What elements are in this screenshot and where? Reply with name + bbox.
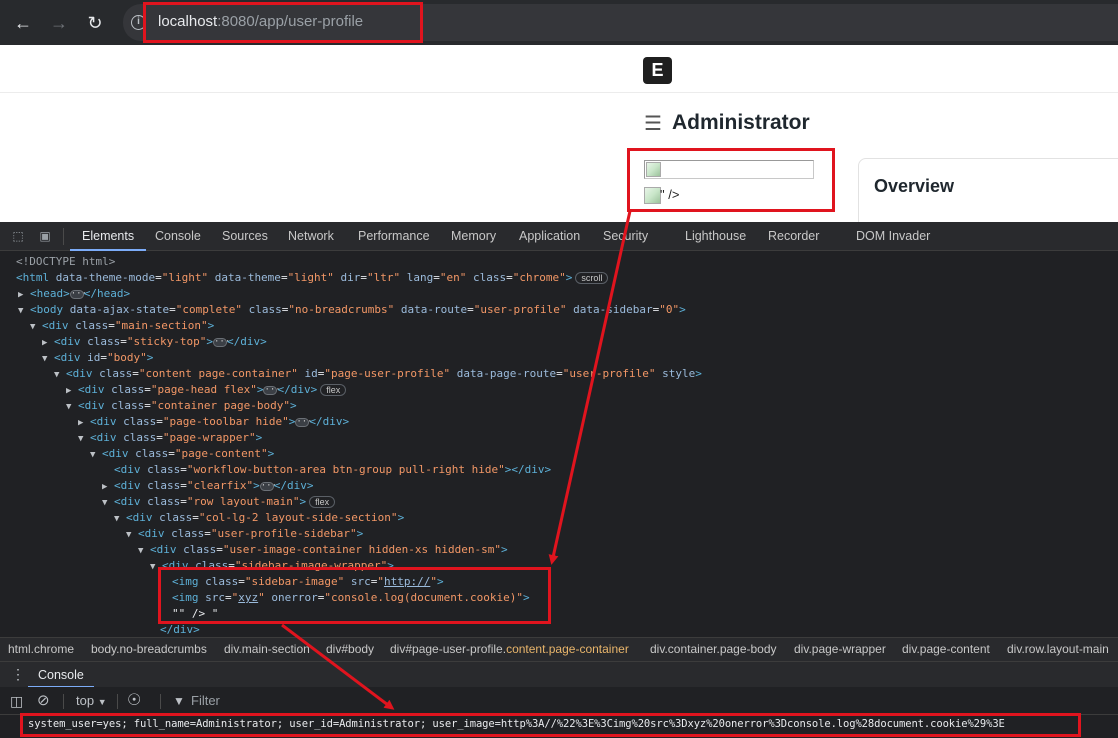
tree-node-side-section[interactable]: ▼ <div class="col-lg-2 layout-side-sectio… bbox=[114, 510, 404, 526]
breadcrumb-html[interactable]: html.chrome bbox=[8, 638, 74, 661]
back-arrow-icon[interactable]: ← bbox=[10, 10, 36, 36]
sidebar-toggle-icon[interactable]: ◫ bbox=[10, 687, 23, 715]
tab-sources[interactable]: Sources bbox=[222, 222, 268, 251]
tree-node-page-content[interactable]: ▼ <div class="page-content"> bbox=[90, 446, 274, 462]
tree-node-sticky-top[interactable]: ▶ <div class="sticky-top">···</div> bbox=[42, 334, 267, 350]
filter-funnel-icon: ▼ bbox=[173, 694, 185, 708]
tab-performance[interactable]: Performance bbox=[358, 222, 430, 251]
page-viewport: E ☰ Administrator " /> Overview bbox=[0, 45, 1118, 238]
tree-node-page-container[interactable]: ▼ <div class="content page-container" id=… bbox=[54, 366, 702, 382]
tree-node-main-section[interactable]: ▼ <div class="main-section"> bbox=[30, 318, 214, 334]
dom-breadcrumbs: html.chrome body.no-breadcrumbs div.main… bbox=[0, 637, 1118, 661]
divider bbox=[160, 694, 161, 709]
devtools-panel: ⬚ ▣ Elements Console Sources Network Per… bbox=[0, 222, 1118, 738]
tree-node-injected-img[interactable]: <img src="xyz" onerror="console.log(docu… bbox=[172, 590, 530, 606]
screenshot-root: ← → ↻ i localhost:8080/app/user-profile … bbox=[0, 0, 1118, 738]
dropdown-arrow-icon: ▼ bbox=[97, 697, 107, 707]
elements-tree: <!DOCTYPE html> <html data-theme-mode="l… bbox=[0, 252, 1118, 637]
flex-badge[interactable]: flex bbox=[309, 496, 336, 508]
breadcrumb-layout-main[interactable]: div.row.layout-main bbox=[1007, 638, 1109, 661]
tree-node-injected-text[interactable]: "" /> " bbox=[172, 606, 218, 622]
tab-network[interactable]: Network bbox=[288, 222, 334, 251]
tree-node-workflow-button-area[interactable]: <div class="workflow-button-area btn-gro… bbox=[114, 462, 551, 478]
console-output: system_user=yes; full_name=Administrator… bbox=[0, 715, 1118, 738]
tree-node-clearfix[interactable]: ▶ <div class="clearfix">···</div> bbox=[102, 478, 313, 494]
tree-node-user-profile-sidebar[interactable]: ▼ <div class="user-profile-sidebar"> bbox=[126, 526, 363, 542]
tree-node-page-head[interactable]: ▶ <div class="page-head flex">···</div> fl… bbox=[66, 382, 347, 398]
tree-node-sidebar-image-wrapper[interactable]: ▼ <div class="sidebar-image-wrapper"> bbox=[150, 558, 394, 574]
tab-dom-invader[interactable]: DOM Invader bbox=[856, 222, 930, 251]
tree-node-div-body[interactable]: ▼ <div id="body"> bbox=[42, 350, 153, 366]
app-logo[interactable]: E bbox=[643, 57, 672, 84]
url-text[interactable]: localhost:8080/app/user-profile bbox=[158, 13, 363, 30]
hamburger-menu-icon[interactable]: ☰ bbox=[644, 112, 662, 136]
breadcrumb-page-wrapper[interactable]: div.page-wrapper bbox=[794, 638, 886, 661]
more-options-icon[interactable]: ⋮ bbox=[11, 666, 25, 683]
ellipsis-icon[interactable]: ··· bbox=[259, 481, 277, 491]
tab-console[interactable]: Console bbox=[155, 222, 201, 251]
broken-image-icon bbox=[646, 162, 661, 177]
address-bar[interactable]: i localhost:8080/app/user-profile bbox=[123, 4, 1118, 41]
tab-memory[interactable]: Memory bbox=[451, 222, 496, 251]
flex-badge[interactable]: flex bbox=[320, 384, 347, 396]
breadcrumb-page-content[interactable]: div.page-content bbox=[902, 638, 990, 661]
console-log-cookie-line: system_user=yes; full_name=Administrator… bbox=[28, 718, 1005, 730]
broken-sidebar-image bbox=[644, 160, 814, 179]
inspect-element-icon[interactable]: ⬚ bbox=[10, 229, 26, 243]
tree-node-page-toolbar[interactable]: ▶ <div class="page-toolbar hide">···</div… bbox=[78, 414, 349, 430]
breadcrumb-main-section[interactable]: div.main-section bbox=[224, 638, 310, 661]
tree-node-close-div[interactable]: </div> bbox=[160, 622, 200, 637]
tree-node-user-image-container[interactable]: ▼ <div class="user-image-container hidden… bbox=[138, 542, 508, 558]
tree-node-body[interactable]: ▼ <body data-ajax-state="complete" class=… bbox=[18, 302, 686, 318]
console-filter-input[interactable]: Filter bbox=[191, 687, 220, 715]
forward-arrow-icon[interactable]: → bbox=[46, 10, 72, 36]
devtools-tab-bar: ⬚ ▣ Elements Console Sources Network Per… bbox=[0, 222, 1118, 251]
drawer-tab-console[interactable]: Console bbox=[28, 662, 94, 688]
breadcrumb-div-body[interactable]: div#body bbox=[326, 638, 374, 661]
ellipsis-icon[interactable]: ··· bbox=[212, 337, 230, 347]
tree-node-layout-main[interactable]: ▼ <div class="row layout-main"> flex bbox=[102, 494, 336, 510]
tree-node-doctype[interactable]: <!DOCTYPE html> bbox=[16, 254, 115, 270]
page-title: Administrator bbox=[672, 111, 810, 134]
divider bbox=[63, 694, 64, 709]
tab-recorder[interactable]: Recorder bbox=[768, 222, 819, 251]
context-selector[interactable]: top ▼ bbox=[76, 687, 107, 715]
tree-node-sidebar-image[interactable]: <img class="sidebar-image" src="http://"… bbox=[172, 574, 444, 590]
ellipsis-icon[interactable]: ··· bbox=[295, 417, 313, 427]
divider bbox=[63, 228, 64, 245]
tab-lighthouse[interactable]: Lighthouse bbox=[685, 222, 746, 251]
site-info-icon[interactable]: i bbox=[131, 15, 146, 30]
overview-title: Overview bbox=[874, 176, 955, 196]
page-navbar: E bbox=[0, 45, 1118, 93]
tree-node-head[interactable]: ▶ <head>···</head> bbox=[18, 286, 130, 302]
divider bbox=[117, 694, 118, 709]
breadcrumb-page-container[interactable]: div#page-user-profile.content.page-conta… bbox=[390, 638, 629, 661]
tree-node-page-wrapper[interactable]: ▼ <div class="page-wrapper"> bbox=[78, 430, 262, 446]
console-drawer-header: ⋮ Console bbox=[0, 661, 1118, 688]
tree-node-page-body[interactable]: ▼ <div class="container page-body"> bbox=[66, 398, 297, 414]
broken-image-icon bbox=[644, 187, 661, 204]
breadcrumb-body[interactable]: body.no-breadcrumbs bbox=[91, 638, 207, 661]
injected-text-residue: " /> bbox=[660, 187, 680, 202]
scroll-badge[interactable]: scroll bbox=[575, 272, 609, 284]
clear-console-icon[interactable]: ⊘ bbox=[37, 687, 50, 715]
ellipsis-icon[interactable]: ··· bbox=[69, 289, 87, 299]
live-expression-eye-icon[interactable]: ☉ bbox=[127, 687, 141, 715]
tree-node-html[interactable]: <html data-theme-mode="light" data-theme… bbox=[16, 270, 609, 286]
device-toolbar-icon[interactable]: ▣ bbox=[37, 229, 53, 243]
breadcrumb-page-body[interactable]: div.container.page-body bbox=[650, 638, 777, 661]
ellipsis-icon[interactable]: ··· bbox=[263, 385, 281, 395]
browser-toolbar: ← → ↻ i localhost:8080/app/user-profile bbox=[0, 0, 1118, 45]
tab-application[interactable]: Application bbox=[519, 222, 580, 251]
tab-elements[interactable]: Elements bbox=[69, 222, 147, 251]
tab-security[interactable]: Security bbox=[603, 222, 648, 251]
reload-icon[interactable]: ↻ bbox=[82, 10, 108, 36]
console-toolbar: ◫ ⊘ top ▼ ☉ ▼ Filter bbox=[0, 687, 1118, 715]
